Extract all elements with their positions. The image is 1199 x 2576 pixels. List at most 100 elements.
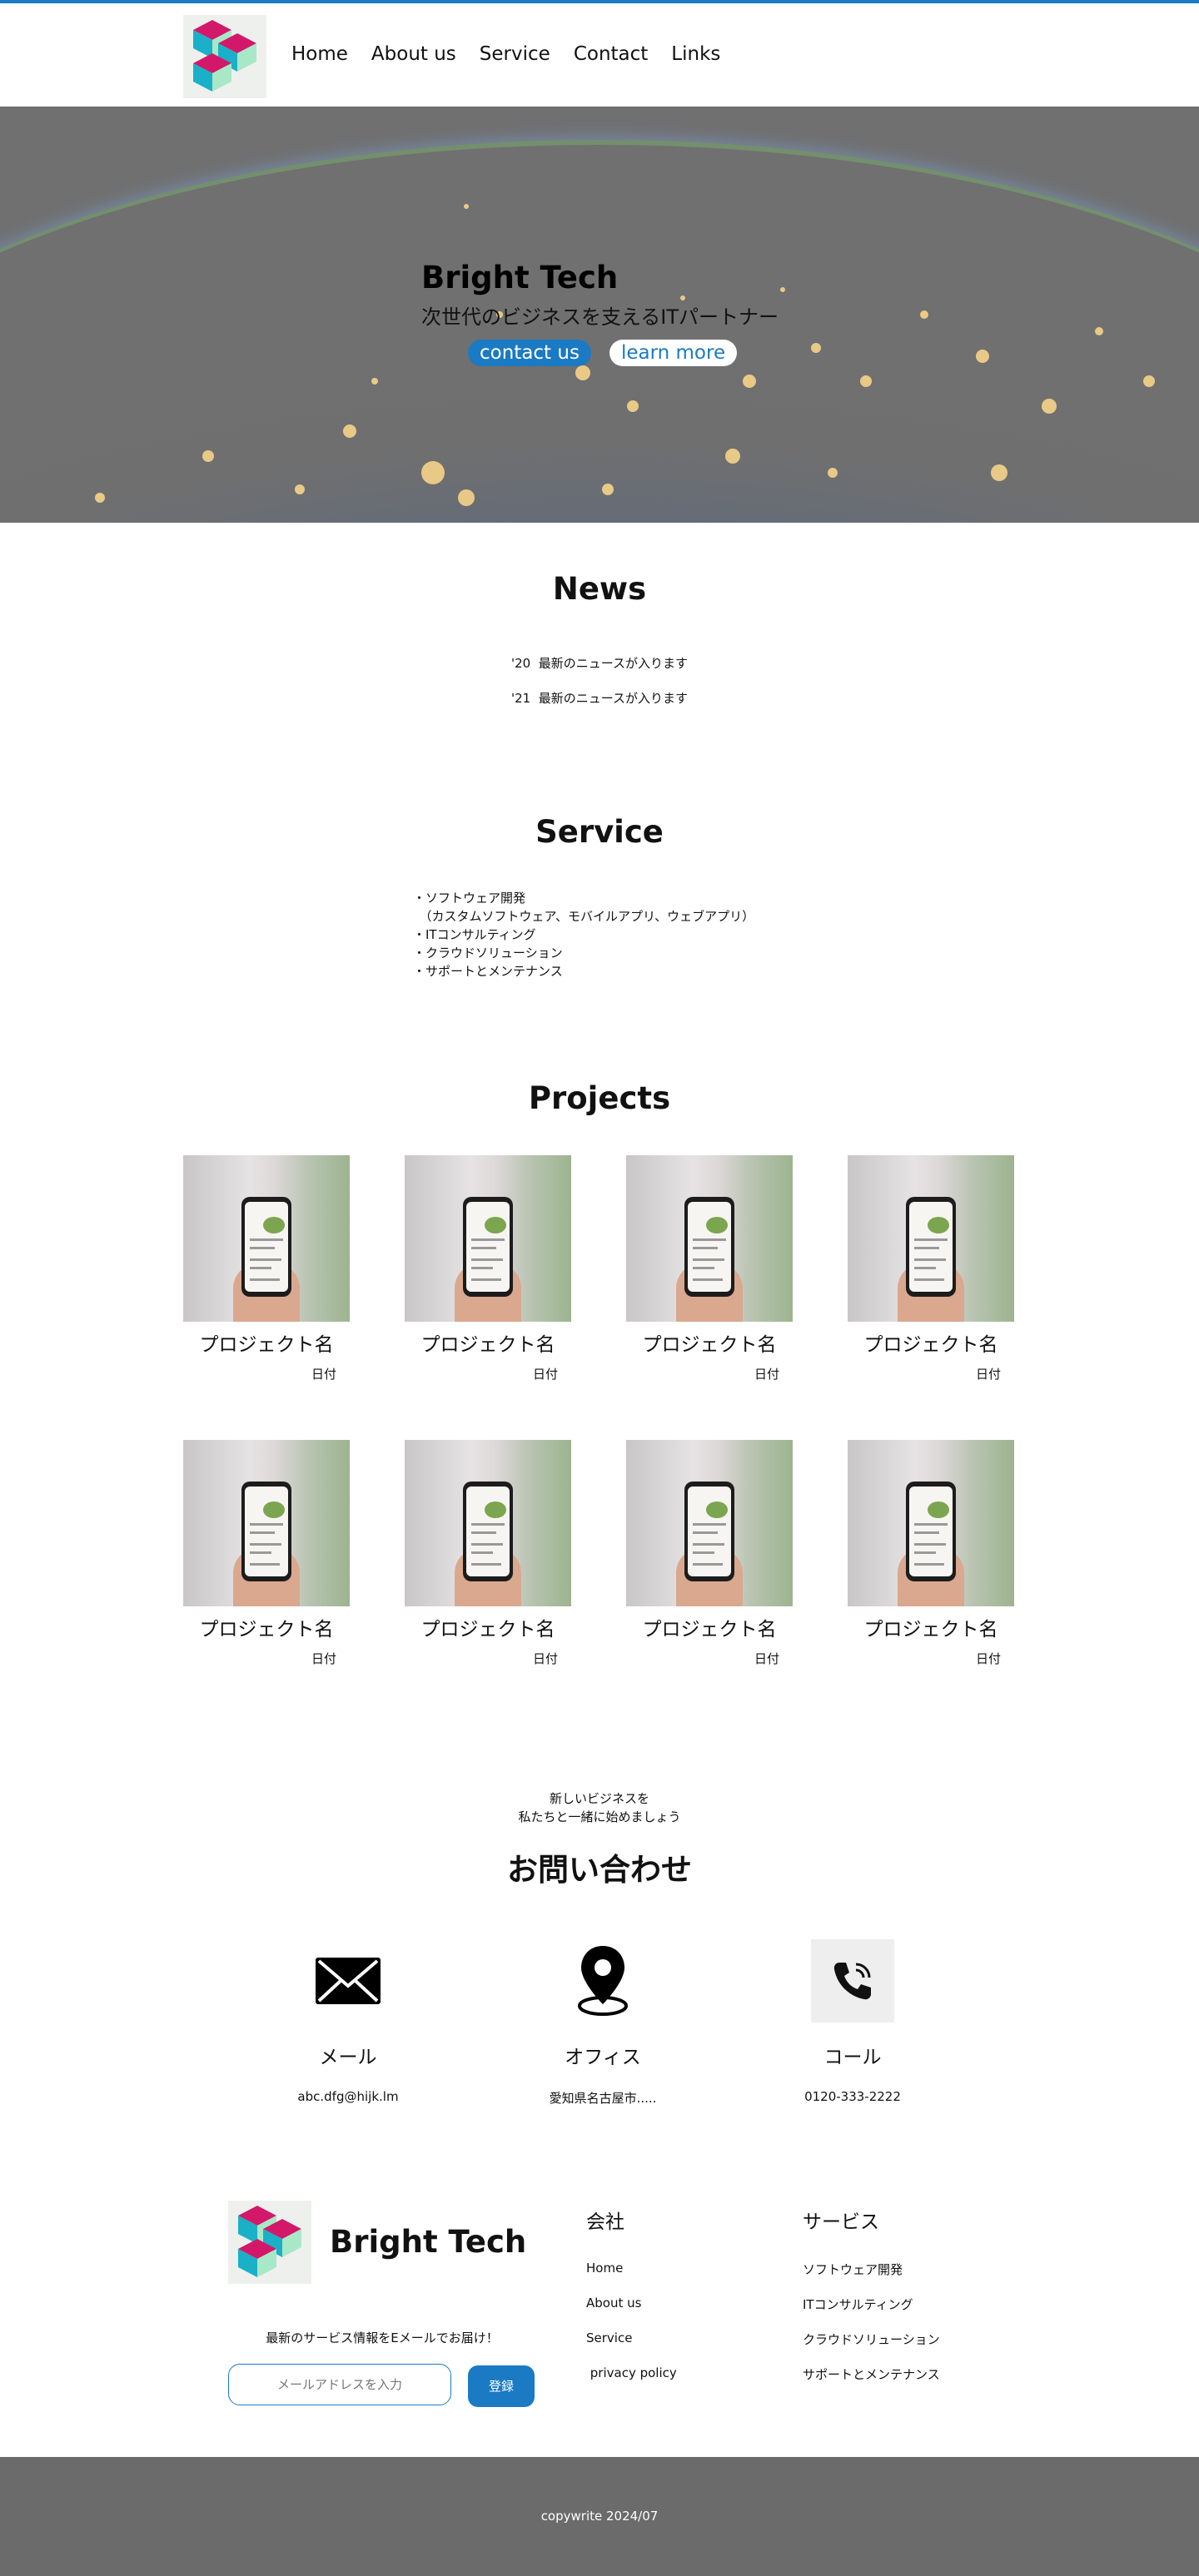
food-thumbnail (928, 1217, 949, 1233)
project-name: プロジェクト名 (863, 1334, 998, 1356)
learn-more-button[interactable]: learn more (609, 340, 738, 366)
screen-line (250, 1531, 275, 1534)
envelope-icon (306, 1939, 390, 2023)
footer-link-about-us[interactable]: About us (586, 2296, 677, 2330)
screen-line (693, 1238, 726, 1241)
hero-buttons: contact us learn more (468, 340, 738, 366)
screen-line (693, 1267, 714, 1269)
project-date: 日付 (532, 1651, 558, 1666)
contact-us-button[interactable]: contact us (468, 340, 591, 366)
contact-tagline-line-2: 私たちと一緒に始めましょう (518, 1809, 681, 1824)
main-nav: Home About us Service Contact Links (291, 43, 720, 65)
nav-contact[interactable]: Contact (574, 43, 648, 65)
screen-line (471, 1543, 503, 1546)
project-card[interactable]: プロジェクト名 日付 (848, 1155, 1014, 1382)
footer-logo[interactable] (228, 2201, 311, 2284)
hero-title: Bright Tech (421, 260, 619, 295)
project-date: 日付 (975, 1651, 1001, 1666)
contact-mail[interactable]: メール abc.dfg@hijk.lm (265, 1939, 431, 2104)
news-item: '21 最新のニュースが入ります (0, 689, 1199, 707)
newsletter-text: 最新のサービス情報をEメールでお届け！ (266, 2330, 499, 2345)
project-name: プロジェクト名 (863, 1619, 998, 1640)
phone-shape (684, 1482, 734, 1581)
screen-line (693, 1523, 726, 1526)
phone-shape (906, 1197, 956, 1297)
hero-banner: Bright Tech 次世代のビジネスを支えるITパートナー contact … (0, 107, 1199, 523)
project-image (626, 1440, 793, 1606)
project-date: 日付 (754, 1367, 779, 1382)
project-date: 日付 (311, 1651, 336, 1666)
project-card[interactable]: プロジェクト名 日付 (405, 1155, 571, 1382)
newsletter-email-input[interactable] (228, 2364, 451, 2405)
footer-link-software[interactable]: ソフトウェア開発 (803, 2261, 940, 2296)
news-item: '20 最新のニュースが入ります (0, 654, 1199, 672)
screen-line (914, 1551, 936, 1554)
screen-line (250, 1258, 281, 1261)
screen-line (914, 1258, 946, 1261)
food-thumbnail (485, 1217, 506, 1233)
screen-line (250, 1543, 281, 1546)
nav-service[interactable]: Service (480, 43, 550, 65)
footer-link-cloud[interactable]: クラウドソリューション (803, 2330, 940, 2365)
phone-screen (909, 1202, 953, 1292)
phone-shape (463, 1197, 513, 1297)
nav-links[interactable]: Links (671, 43, 720, 65)
footer-link-it-consulting[interactable]: ITコンサルティング (803, 2296, 940, 2330)
service-heading: Service (535, 814, 664, 850)
project-name: プロジェクト名 (642, 1619, 777, 1640)
phone-shape (241, 1482, 291, 1581)
footer-brand-name: Bright Tech (330, 2224, 527, 2260)
project-name: プロジェクト名 (420, 1619, 555, 1640)
phone-icon (811, 1939, 894, 2023)
contact-call[interactable]: コール 0120-333-2222 (769, 1939, 936, 2104)
footer-company-heading: 会社 (586, 2211, 624, 2233)
screen-line (914, 1267, 936, 1269)
contact-call-label: コール (823, 2047, 882, 2068)
project-card[interactable]: プロジェクト名 日付 (183, 1440, 350, 1667)
contact-mail-value: abc.dfg@hijk.lm (297, 2089, 399, 2104)
screen-line (914, 1247, 939, 1249)
food-thumbnail (928, 1501, 949, 1518)
footer-link-service[interactable]: Service (586, 2330, 677, 2365)
project-date: 日付 (311, 1367, 336, 1382)
footer-link-home[interactable]: Home (586, 2261, 677, 2296)
contact-call-value: 0120-333-2222 (804, 2089, 901, 2104)
screen-line (914, 1278, 944, 1281)
food-thumbnail (263, 1501, 285, 1518)
project-image (848, 1440, 1014, 1606)
contact-heading: お問い合わせ (507, 1852, 692, 1888)
phone-screen (909, 1487, 953, 1576)
screen-line (693, 1258, 724, 1261)
project-image (626, 1155, 793, 1322)
footer-link-privacy-policy[interactable]: privacy policy (586, 2365, 677, 2400)
nav-home[interactable]: Home (291, 43, 348, 65)
copyright-bar: copywrite 2024/07 (0, 2457, 1199, 2576)
contact-tagline: 新しいビジネスを 私たちと一緒に始めましょう (0, 1789, 1199, 1826)
screen-line (914, 1238, 948, 1241)
food-thumbnail (485, 1501, 506, 1518)
newsletter-submit-button[interactable]: 登録 (468, 2365, 535, 2407)
phone-screen (245, 1487, 288, 1576)
service-item: ・ITコンサルティング (413, 927, 536, 942)
project-card[interactable]: プロジェクト名日付 (405, 1440, 571, 1667)
project-card[interactable]: プロジェクト名 日付 (626, 1440, 793, 1667)
screen-line (471, 1258, 503, 1261)
phone-screen (466, 1487, 510, 1576)
screen-line (471, 1247, 496, 1249)
screen-line (914, 1523, 948, 1526)
screen-line (693, 1543, 724, 1546)
screen-line (471, 1238, 505, 1241)
project-card[interactable]: プロジェクト名日付 (848, 1440, 1014, 1667)
screen-line (693, 1531, 718, 1534)
contact-office[interactable]: オフィス 愛知県名古屋市..... (520, 1939, 686, 2107)
project-card[interactable]: プロジェクト名 日付 (183, 1155, 350, 1382)
brand-logo[interactable] (183, 15, 266, 98)
screen-line (250, 1523, 283, 1526)
project-name: プロジェクト名 (420, 1334, 555, 1356)
food-thumbnail (706, 1217, 728, 1233)
screen-line (471, 1523, 505, 1526)
footer-link-support[interactable]: サポートとメンテナンス (803, 2365, 940, 2400)
footer-services-heading: サービス (803, 2211, 879, 2233)
project-card[interactable]: プロジェクト名 日付 (626, 1155, 793, 1382)
nav-about-us[interactable]: About us (371, 43, 456, 65)
